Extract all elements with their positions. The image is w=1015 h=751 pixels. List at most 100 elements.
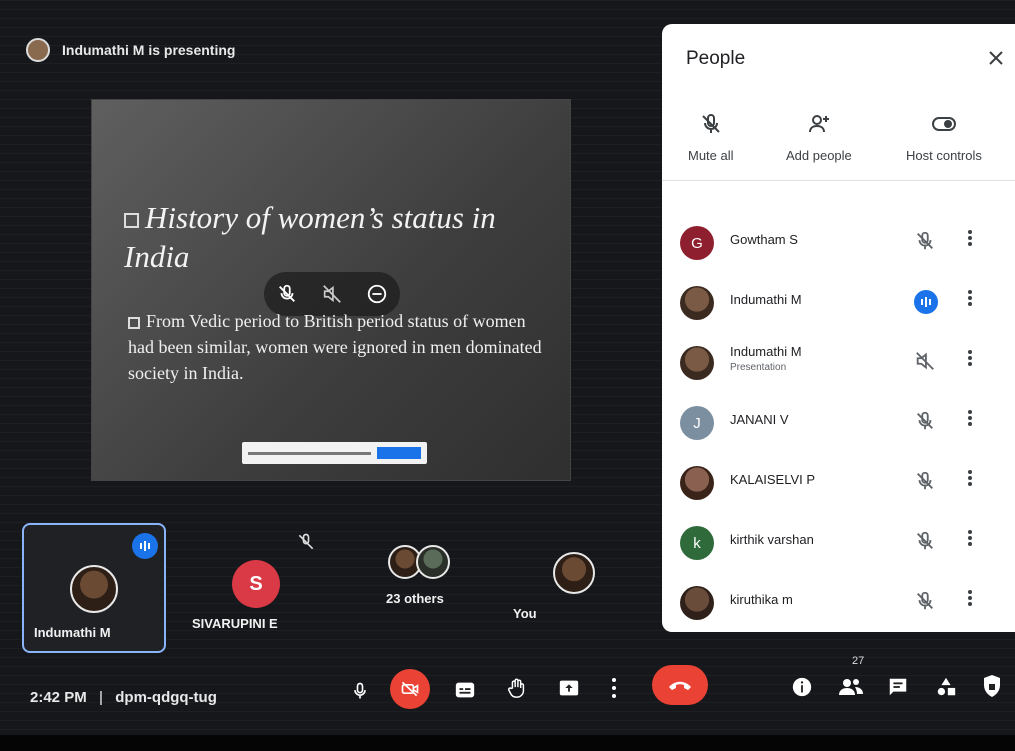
participant-name: Indumathi M [730,292,802,307]
present-icon [559,680,579,696]
list-item[interactable]: J JANANI V [662,394,1015,454]
people-count: 27 [852,655,865,667]
participant-subtitle: Presentation [730,362,787,373]
presentation-slide: History of women’s status in India From … [92,100,570,480]
slide-body: From Vedic period to British period stat… [128,308,548,386]
action-label: Add people [786,148,852,163]
people-button[interactable]: 27 [834,655,868,703]
action-label: Mute all [688,148,734,163]
mute-all-button[interactable]: Mute all [688,112,734,163]
sharing-notice-bar [242,442,427,464]
list-item[interactable]: k kirthik varshan [662,514,1015,574]
participant-name: JANANI V [730,412,789,427]
mic-off-icon [914,470,938,494]
list-item[interactable]: KALAISELVI P [662,454,1015,514]
avatar [70,565,118,613]
participant-name: kiruthika m [730,592,793,607]
tile-name: 23 others [386,591,444,606]
activities-icon [937,677,956,696]
speaking-icon [132,533,158,559]
avatar: J [680,406,714,440]
slide-title-text: History of women’s status in India [124,200,496,274]
mic-off-icon [914,590,938,614]
participant-name: KALAISELVI P [730,472,816,487]
remove-icon[interactable] [364,281,390,307]
host-controls-button[interactable] [978,671,1006,701]
participant-list: G Gowtham S Indumathi M Indumathi M Pres… [662,214,1015,632]
action-label: Host controls [906,148,982,163]
present-button[interactable] [554,673,584,703]
mic-off-icon [296,532,316,557]
add-people-button[interactable]: Add people [786,112,852,163]
avatar [416,545,450,579]
more-options-icon[interactable] [966,468,974,496]
tile-name: You [513,606,537,621]
more-options-icon[interactable] [966,288,974,316]
mic-off-icon [914,530,938,554]
people-panel: People Mute all Add people Host controls… [662,24,1015,632]
info-icon [792,677,812,697]
meeting-code: dpm-qdgq-tug [115,689,217,706]
mic-button[interactable] [346,677,374,705]
avatar: S [232,560,280,608]
activities-button[interactable] [932,673,960,701]
list-item[interactable]: Indumathi M Presentation [662,334,1015,394]
panel-title: People [686,48,746,69]
hand-icon [508,678,525,698]
host-controls-action[interactable]: Host controls [906,112,982,163]
people-icon [839,679,863,695]
more-options-icon[interactable] [966,528,974,556]
more-options-icon[interactable] [966,348,974,376]
avatar [553,552,595,594]
mic-off-icon [914,230,938,254]
mic-off-icon[interactable] [274,281,300,307]
tile-name: Indumathi M [34,625,111,640]
slide-body-text: From Vedic period to British period stat… [128,311,542,383]
clock-time: 2:42 PM [30,689,87,706]
presenter-avatar [26,38,50,62]
speaker-off-icon [914,350,938,374]
bullet-icon [128,316,140,329]
meeting-info: 2:42 PM | dpm-qdgq-tug [30,689,217,706]
phone-hangup-icon [669,681,691,690]
avatar: k [680,526,714,560]
bottom-toolbar: 2:42 PM | dpm-qdgq-tug 27 [0,655,1015,735]
meet-screen: Indumathi M is presenting History of wom… [0,0,1015,735]
camera-off-icon [401,681,419,697]
raise-hand-button[interactable] [502,673,532,703]
chat-button[interactable] [884,673,912,701]
participant-tile-sivarupini[interactable]: S SIVARUPINI E [180,530,330,640]
avatar [680,286,714,320]
more-options-button[interactable] [606,673,622,703]
speaking-icon [914,290,938,314]
bullet-icon [124,213,139,229]
list-item[interactable]: kiruthika m [662,574,1015,632]
list-item[interactable]: Indumathi M [662,274,1015,334]
end-call-button[interactable] [652,665,708,705]
captions-button[interactable] [450,675,480,705]
avatar [680,346,714,380]
list-item[interactable]: G Gowtham S [662,214,1015,274]
meeting-details-button[interactable] [788,673,816,701]
stop-sharing-button[interactable] [377,447,421,459]
more-options-icon[interactable] [966,408,974,436]
participant-tile-main[interactable]: Indumathi M [22,523,166,653]
tile-name: SIVARUPINI E [192,616,278,631]
more-options-icon[interactable] [966,588,974,616]
participant-tile-you[interactable]: You [505,540,615,630]
more-options-icon[interactable] [966,228,974,256]
separator: | [98,689,104,706]
presenter-banner-text: Indumathi M is presenting [62,42,236,58]
close-icon[interactable] [984,46,1008,70]
avatar: G [680,226,714,260]
slide-title: History of women’s status in India [124,198,544,276]
toggle-icon [931,117,956,131]
participant-tile-others[interactable]: 23 others [350,535,500,635]
chat-icon [889,678,907,696]
speaker-off-icon[interactable] [319,281,345,307]
camera-off-button[interactable] [390,669,430,709]
avatar [680,586,714,620]
mic-off-icon [702,113,720,133]
participant-name: kirthik varshan [730,532,814,547]
add-person-icon [808,115,829,133]
